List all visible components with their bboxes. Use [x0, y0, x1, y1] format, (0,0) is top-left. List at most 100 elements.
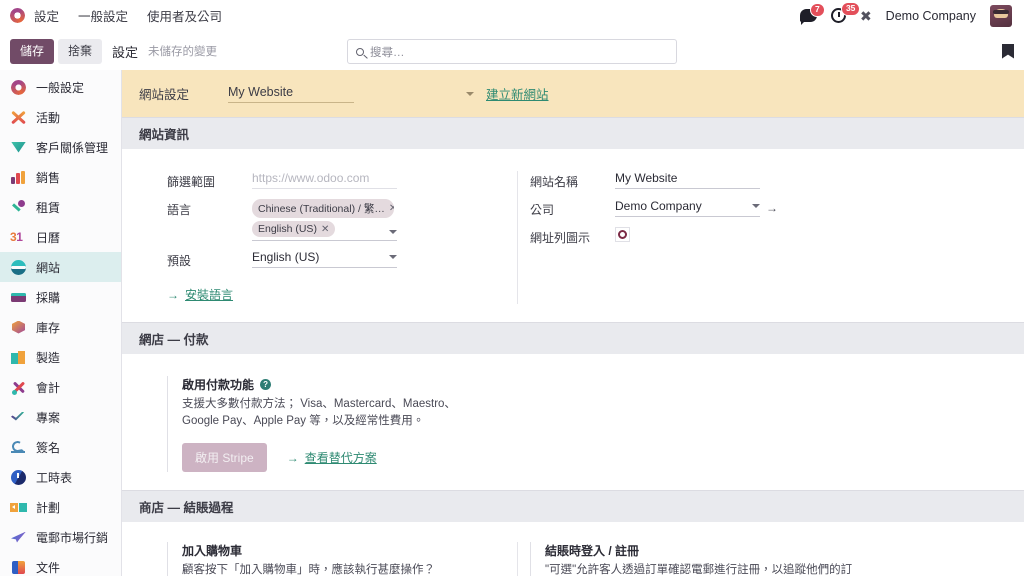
- view-alternatives-link[interactable]: → 查看替代方案: [287, 449, 377, 466]
- website-info-right-column: 網站名稱 My Website 公司 Demo Company → 網址列圖示: [517, 171, 1024, 304]
- website-info-left-column: 篩選範圍 https://www.odoo.com 語言 Chinese (Tr…: [122, 171, 517, 304]
- section-header-shop-checkout: 商店 — 結賬過程: [122, 490, 1024, 523]
- remove-tag-icon[interactable]: ✕: [389, 203, 394, 214]
- sidebar-item-inventory[interactable]: 庫存: [0, 312, 121, 342]
- section-header-shop-payment: 網店 — 付款: [122, 321, 1024, 354]
- sidebar-item-rental[interactable]: 租賃: [0, 192, 121, 222]
- sidebar-item-label: 電郵市場行銷: [36, 530, 109, 545]
- company-switcher[interactable]: Demo Company: [886, 9, 976, 23]
- sidebar-item-documents[interactable]: 文件: [0, 552, 121, 576]
- purchase-icon: [10, 289, 27, 306]
- save-button[interactable]: 儲存: [10, 38, 55, 64]
- discuss-icon: [10, 109, 27, 126]
- bookmark-icon[interactable]: [1002, 43, 1014, 59]
- user-avatar-icon[interactable]: [990, 4, 1012, 27]
- open-company-record-icon[interactable]: →: [766, 201, 778, 215]
- company-select[interactable]: Demo Company: [615, 199, 760, 217]
- project-icon: [10, 409, 27, 426]
- chevron-down-icon[interactable]: [389, 230, 397, 234]
- navbar-menu-general-settings[interactable]: 一般設定: [78, 6, 139, 25]
- field-row-favicon: 網址列圖示: [530, 227, 1024, 246]
- arrow-right-icon: →: [167, 287, 179, 302]
- rental-icon: [10, 199, 27, 216]
- activate-stripe-button[interactable]: 啟用 Stripe: [182, 443, 267, 473]
- sign-icon: [10, 439, 27, 456]
- sidebar-item-label: 活動: [36, 110, 61, 125]
- arrow-right-icon: →: [286, 450, 299, 465]
- sidebar-item-purchase[interactable]: 採購: [0, 282, 121, 312]
- crm-icon: [10, 139, 27, 156]
- help-icon[interactable]: ?: [260, 378, 272, 390]
- activities-button[interactable]: 35: [830, 2, 861, 23]
- default-language-label: 預設: [167, 254, 192, 268]
- sidebar-item-planning[interactable]: 計劃: [0, 492, 121, 522]
- domain-input[interactable]: https://www.odoo.com: [252, 171, 397, 189]
- top-navbar: 設定 一般設定 使用者及公司 7 35 ✖ Demo Company: [0, 0, 1024, 32]
- field-row-default-language: 預設 English (US): [167, 250, 517, 269]
- calendar-icon: 31: [10, 229, 23, 244]
- tools-icon[interactable]: ✖: [860, 9, 872, 23]
- search-icon: [356, 47, 364, 56]
- field-row-languages: 語言 Chinese (Traditional) / 繁… ✕ English …: [167, 199, 517, 241]
- settings-sidebar[interactable]: 一般設定 活動 客戶關係管理 銷售 租賃 31 日曆 網站 採購 庫存 製造 會…: [0, 70, 122, 576]
- email-marketing-icon: [10, 529, 27, 546]
- sidebar-item-general-settings[interactable]: 一般設定: [0, 72, 121, 102]
- language-tag[interactable]: Chinese (Traditional) / 繁… ✕: [252, 199, 394, 218]
- field-row-company: 公司 Demo Company →: [530, 199, 1024, 218]
- body-wrapper: 一般設定 活動 客戶關係管理 銷售 租賃 31 日曆 網站 採購 庫存 製造 會…: [0, 70, 1024, 576]
- sidebar-item-label: 製造: [36, 350, 61, 365]
- sidebar-item-calendar[interactable]: 31 日曆: [0, 222, 121, 252]
- sidebar-item-label: 租賃: [36, 200, 61, 215]
- sidebar-item-label: 日曆: [36, 230, 61, 245]
- navbar-menu-users-companies[interactable]: 使用者及公司: [147, 6, 233, 25]
- website-name-input[interactable]: My Website: [615, 171, 760, 189]
- sidebar-item-label: 客戶關係管理: [36, 140, 109, 155]
- section-body-shop-checkout: 加入購物車 顧客按下「加入購物車」時，應該執行甚麼操作？ 結賬時登入 / 註冊 …: [122, 522, 1024, 576]
- activities-count-badge: 35: [840, 2, 861, 16]
- chevron-down-icon[interactable]: [466, 91, 474, 96]
- signin-signup-description: "可選"允許客人透過訂單確認電郵進行註冊，以追蹤他們的訂單.: [545, 564, 853, 576]
- payment-feature-description: 支援大多數付款方法； Visa、Mastercard、Maestro、Googl…: [182, 397, 456, 428]
- create-new-website-link[interactable]: 建立新網站: [486, 84, 549, 103]
- chevron-down-icon: [752, 204, 760, 208]
- sidebar-item-discuss[interactable]: 活動: [0, 102, 121, 132]
- sidebar-item-email-marketing[interactable]: 電郵市場行銷: [0, 522, 121, 552]
- website-selector[interactable]: My Website: [228, 85, 354, 103]
- sidebar-item-label: 銷售: [36, 170, 61, 185]
- languages-tag-input[interactable]: Chinese (Traditional) / 繁… ✕ English (US…: [252, 199, 397, 241]
- sidebar-item-accounting[interactable]: 會計: [0, 372, 121, 402]
- language-tag[interactable]: English (US) ✕: [252, 221, 336, 237]
- install-language-link[interactable]: → 安裝語言: [167, 286, 233, 303]
- sidebar-item-sign[interactable]: 簽名: [0, 432, 121, 462]
- default-language-select[interactable]: English (US): [252, 250, 397, 268]
- company-label: 公司: [530, 203, 555, 217]
- sidebar-item-label: 庫存: [36, 320, 61, 335]
- sidebar-item-website[interactable]: 網站: [0, 252, 121, 282]
- website-name-label: 網站名稱: [530, 175, 579, 189]
- company-value: Demo Company: [615, 199, 702, 213]
- documents-icon: [10, 559, 27, 576]
- navbar-app-name[interactable]: 設定: [34, 6, 70, 25]
- timesheet-icon: [10, 469, 27, 486]
- signin-signup-block: 結賬時登入 / 註冊 "可選"允許客人透過訂單確認電郵進行註冊，以追蹤他們的訂單…: [530, 542, 1024, 576]
- sidebar-item-timesheet[interactable]: 工時表: [0, 462, 121, 492]
- languages-label: 語言: [167, 203, 192, 217]
- discard-button[interactable]: 捨棄: [58, 38, 103, 64]
- sidebar-item-crm[interactable]: 客戶關係管理: [0, 132, 121, 162]
- sidebar-item-project[interactable]: 專案: [0, 402, 121, 432]
- messages-count-badge: 7: [809, 3, 825, 17]
- sidebar-item-manufacturing[interactable]: 製造: [0, 342, 121, 372]
- navbar-right-group: 7 35 ✖ Demo Company: [799, 2, 1016, 27]
- sidebar-item-sales[interactable]: 銷售: [0, 162, 121, 192]
- search-input[interactable]: 搜尋…: [347, 39, 677, 64]
- chevron-down-icon: [389, 255, 397, 259]
- install-language-label: 安裝語言: [185, 288, 234, 302]
- unsaved-changes-text: 未儲存的變更: [148, 46, 218, 58]
- default-language-value: English (US): [252, 250, 320, 264]
- messages-button[interactable]: 7: [799, 3, 825, 25]
- sidebar-item-label: 計劃: [36, 500, 61, 515]
- remove-tag-icon[interactable]: ✕: [321, 224, 329, 235]
- odoo-logo-icon[interactable]: [10, 8, 25, 23]
- odoo-favicon-icon[interactable]: [615, 227, 630, 242]
- sidebar-item-label: 一般設定: [36, 80, 85, 95]
